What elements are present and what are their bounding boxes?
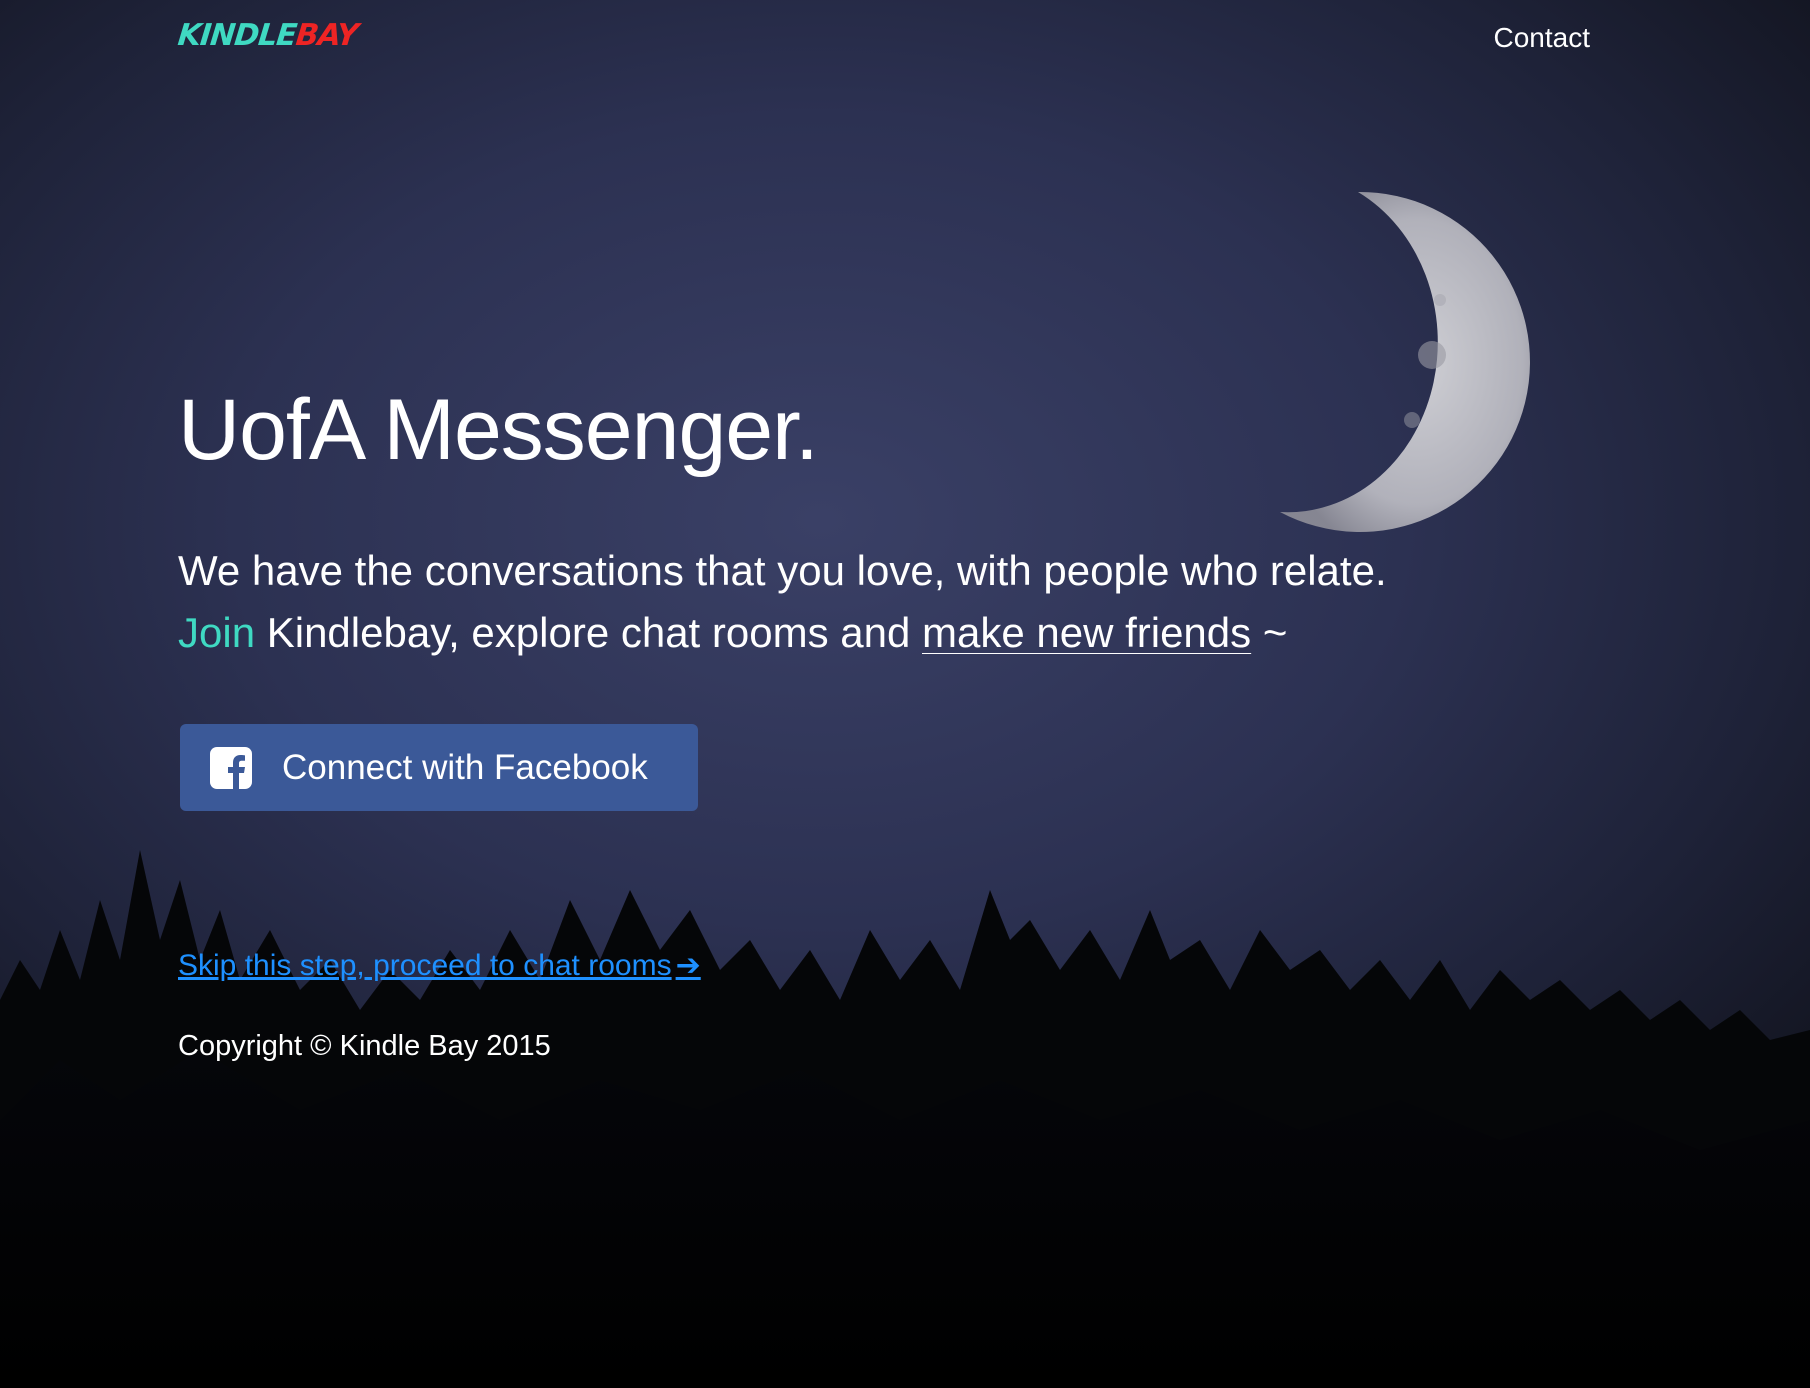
tagline: We have the conversations that you love,… [178,540,1578,664]
copyright-text: Copyright © Kindle Bay 2015 [178,1030,551,1062]
moon-and-forest-illustration [0,191,1810,1388]
top-navbar: KINDLEBAY Contact [0,0,1810,80]
logo-bay-text: BAY [294,18,360,53]
tagline-line1: We have the conversations that you love,… [178,547,1387,594]
skip-to-chat-rooms-link[interactable]: Skip this step, proceed to chat rooms ➔ [178,948,701,983]
logo-kindle-text: KINDLE [176,18,298,53]
tagline-middle: Kindlebay, explore chat rooms and [255,609,922,656]
skip-link-label: Skip this step, proceed to chat rooms [178,949,672,982]
connect-facebook-button[interactable]: Connect with Facebook [180,724,698,811]
forest-silhouette [0,850,1810,1388]
facebook-icon [210,746,252,789]
night-sky-background [0,0,1810,1388]
facebook-button-label: Connect with Facebook [282,747,648,787]
tagline-join: Join [178,609,256,656]
tagline-make-new-friends: make new friends [922,609,1252,656]
kindlebay-logo[interactable]: KINDLEBAY [176,18,359,53]
hero-section: UofA Messenger. We have the conversation… [178,380,1578,664]
tagline-end: ~ [1251,609,1288,656]
page-title: UofA Messenger. [178,382,819,478]
arrow-right-icon: ➔ [675,949,701,982]
contact-link[interactable]: Contact [1494,22,1591,54]
